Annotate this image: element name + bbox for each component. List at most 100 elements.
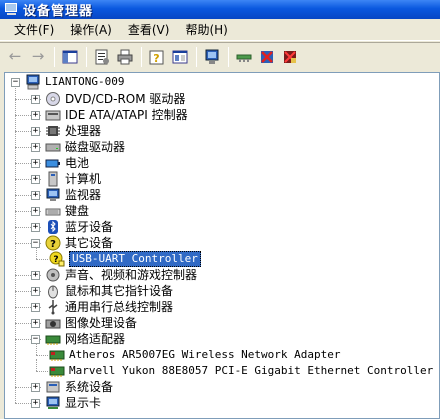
tree-connector [36,343,37,355]
tree-category-item[interactable]: 电池 [45,155,89,171]
warning-device-icon: ? [49,251,65,267]
tree-child-item[interactable]: ? USB-UART Controller [49,251,201,267]
tree-expander-button[interactable]: + [31,287,40,296]
keyboard-icon [45,203,61,219]
tree-category-item[interactable]: 磁盘驱动器 [45,139,125,155]
tree-item-label: 通用串行总线控制器 [65,300,174,314]
network-adapter-icon [45,331,61,347]
tree-category-item[interactable]: 图像处理设备 [45,315,137,331]
tree-item-label: 蓝牙设备 [65,220,114,234]
tree-item-label: 声音、视频和游戏控制器 [65,268,198,282]
tree-expander-button[interactable]: + [31,319,40,328]
print-button[interactable] [114,46,136,68]
tree-category-item[interactable]: 网络适配器 [45,331,125,347]
tree-category-item[interactable]: 蓝牙设备 [45,219,113,235]
menu-view[interactable]: 查看(V) [120,19,178,40]
tree-item-label: 鼠标和其它指针设备 [65,284,174,298]
tree-item-label: 显示卡 [65,396,102,410]
help-button[interactable]: ? [146,46,168,68]
tree-item-label: DVD/CD-ROM 驱动器 [65,92,186,106]
tree-item-label: 图像处理设备 [65,316,138,330]
tree-connector [36,247,37,259]
scan-hardware-icon [205,49,219,64]
ide-controller-icon [45,107,61,123]
console-tree-icon [172,50,188,63]
tree-expander-button[interactable]: + [31,207,40,216]
properties-button[interactable] [91,46,113,68]
show-hide-tree-button[interactable] [59,46,81,68]
help-icon: ? [149,50,164,65]
tree-category-item[interactable]: 键盘 [45,203,89,219]
tree-child-item[interactable]: Atheros AR5007EG Wireless Network Adapte… [49,347,341,363]
monitor-icon [45,187,61,203]
tree-expander-button[interactable]: + [31,127,40,136]
tree-expander-button[interactable]: + [31,175,40,184]
sound-icon [45,267,61,283]
network-card-icon [49,363,65,379]
tree-category-item[interactable]: DVD/CD-ROM 驱动器 [45,91,185,107]
update-driver-button[interactable] [233,46,255,68]
tree-item-label: 处理器 [65,124,102,138]
tree-root[interactable]: LIANTONG-009 [25,74,124,90]
uninstall-device-icon [284,50,296,63]
tree-expander-button[interactable]: + [31,159,40,168]
update-driver-icon [236,54,252,62]
tree-category-item[interactable]: 声音、视频和游戏控制器 [45,267,197,283]
console-tree-button[interactable] [169,46,191,68]
tree-category-item[interactable]: 系统设备 [45,379,113,395]
tree-item-label: 其它设备 [65,236,114,250]
toolbar-separator [54,46,55,67]
computer-icon [25,74,41,90]
toolbar-separator [141,46,142,67]
tree-item-label: Marvell Yukon 88E8057 PCI-E Gigabit Ethe… [69,364,434,377]
menu-help[interactable]: 帮助(H) [177,19,235,40]
tree-item-label: 电池 [65,156,90,170]
tree-expander-button[interactable]: + [31,303,40,312]
tree-item-label: Atheros AR5007EG Wireless Network Adapte… [69,348,341,361]
imaging-icon [45,315,61,331]
tree-category-item[interactable]: 鼠标和其它指针设备 [45,283,173,299]
processor-icon [45,123,61,139]
back-arrow-icon: ← [8,47,22,65]
tree-category-item[interactable]: 显示卡 [45,395,101,411]
tree-expander-button[interactable]: + [31,191,40,200]
tree-category-item[interactable]: 通用串行总线控制器 [45,299,173,315]
mouse-icon [45,283,61,299]
display-adapter-icon [45,395,61,411]
title-bar: 设备管理器 [0,0,440,19]
show-hide-console-tree-icon [62,50,78,63]
tree-expander-button[interactable]: + [31,223,40,232]
menu-action[interactable]: 操作(A) [62,19,120,40]
toolbar: ← → ? [0,42,440,70]
back-button[interactable]: ← [4,46,26,68]
toolbar-separator [86,46,87,67]
tree-category-item[interactable]: IDE ATA/ATAPI 控制器 [45,107,188,123]
tree-category-item[interactable]: ? 其它设备 [45,235,113,251]
device-tree[interactable]: − LIANTONG-009 + DVD/CD-ROM 驱动器 + IDE ATA/A… [4,72,440,419]
uninstall-device-button[interactable] [279,46,301,68]
toolbar-separator [228,46,229,67]
tree-child-item[interactable]: Marvell Yukon 88E8057 PCI-E Gigabit Ethe… [49,363,433,379]
forward-button[interactable]: → [27,46,49,68]
tree-expander-button[interactable]: + [31,95,40,104]
tree-item-label: 网络适配器 [65,332,126,346]
menu-file[interactable]: 文件(F) [6,19,62,40]
tree-expander-button[interactable]: + [31,399,40,408]
tree-expander-button[interactable]: + [31,143,40,152]
system-device-icon [45,379,61,395]
disable-device-button[interactable] [256,46,278,68]
tree-expander-button[interactable]: + [31,383,40,392]
scan-hardware-button[interactable] [201,46,223,68]
tree-expander-button[interactable]: + [31,111,40,120]
tree-category-item[interactable]: 处理器 [45,123,101,139]
tree-category-item[interactable]: 监视器 [45,187,101,203]
tree-connector [36,359,37,371]
svg-text:?: ? [53,255,58,265]
root-collapse-button[interactable]: − [11,78,20,87]
tree-category-item[interactable]: 计算机 [45,171,101,187]
forward-arrow-icon: → [31,47,45,65]
network-card-icon [49,347,65,363]
tree-expander-button[interactable]: + [31,271,40,280]
tree-item-label: 计算机 [65,172,102,186]
tree-item-label: 磁盘驱动器 [65,140,126,154]
